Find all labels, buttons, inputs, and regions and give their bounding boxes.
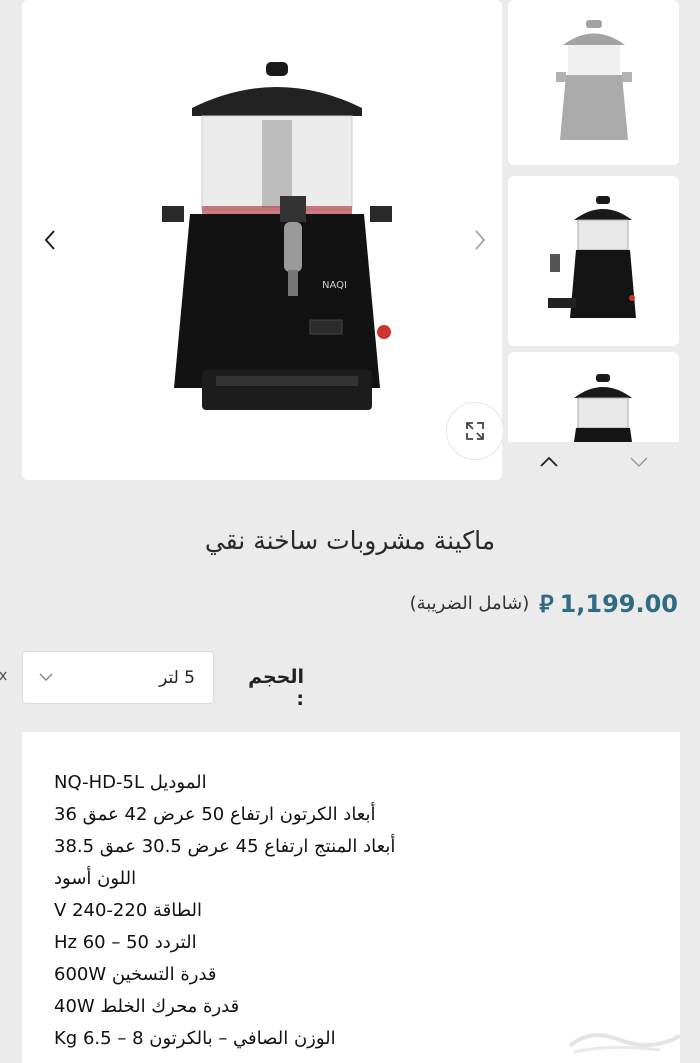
riyal-icon: ⃁ (539, 590, 554, 618)
thumbnail-3[interactable] (508, 352, 679, 442)
thumbnail-image (548, 196, 636, 318)
close-icon[interactable] (0, 668, 8, 684)
spec-line: التردد 50 – 60 Hz (54, 932, 197, 953)
spec-line: أبعاد الكرتون ارتفاع 50 عرض 42 عمق 36 (54, 804, 376, 825)
spec-line: اللون أسود (54, 868, 137, 889)
main-product-image[interactable]: NAQI (22, 0, 504, 480)
chevron-left-icon (44, 230, 55, 250)
spec-line: الطاقة 220-240 V (54, 900, 202, 921)
thumbnail-2[interactable] (508, 176, 679, 346)
watermark-logo (568, 1033, 681, 1054)
chevron-down-icon (39, 673, 53, 682)
price: ⃁ 1,199.00 (539, 588, 678, 619)
price-row: ⃁ 1,199.00 (شامل الضريبة) (410, 588, 678, 619)
product-title: ماكينة مشروبات ساخنة نقي (204, 526, 496, 555)
product-specs: NQ-HD-5L الموديل أبعاد الكرتون ارتفاع 50… (22, 732, 680, 1063)
next-image-button[interactable] (462, 222, 498, 258)
prev-image-button[interactable] (32, 222, 68, 258)
chevron-right-icon (475, 230, 486, 250)
expand-icon (466, 422, 484, 440)
size-label: الحجم : (248, 666, 304, 710)
size-select[interactable]: 5 لتر (22, 651, 214, 704)
price-amount: 1,199.00 (559, 589, 678, 618)
thumbnail-image (574, 374, 632, 442)
zoom-button[interactable] (446, 402, 504, 460)
product-photo: NAQI (162, 62, 392, 410)
chevron-up-icon (540, 456, 558, 467)
spec-line: قدرة محرك الخلط 40W (54, 996, 240, 1017)
size-select-value: 5 لتر (159, 667, 195, 688)
chevron-down-icon (630, 457, 648, 468)
thumbnail-scroll-down[interactable] (625, 450, 653, 474)
brand-logo: NAQI (322, 280, 347, 291)
thumbnail-scroll-up[interactable] (535, 450, 563, 474)
spec-line: الوزن الصافي – بالكرتون 8 – 6.5 Kg (54, 1028, 336, 1049)
spec-line: قدرة التسخين 600W (54, 964, 217, 985)
thumbnail-1[interactable] (508, 0, 679, 165)
tax-note: (شامل الضريبة) (409, 593, 530, 614)
spec-line: أبعاد المنتج ارتفاع 45 عرض 30.5 عمق 38.5 (54, 836, 396, 857)
spec-line: NQ-HD-5L الموديل (54, 772, 207, 793)
thumbnail-image (556, 20, 632, 140)
